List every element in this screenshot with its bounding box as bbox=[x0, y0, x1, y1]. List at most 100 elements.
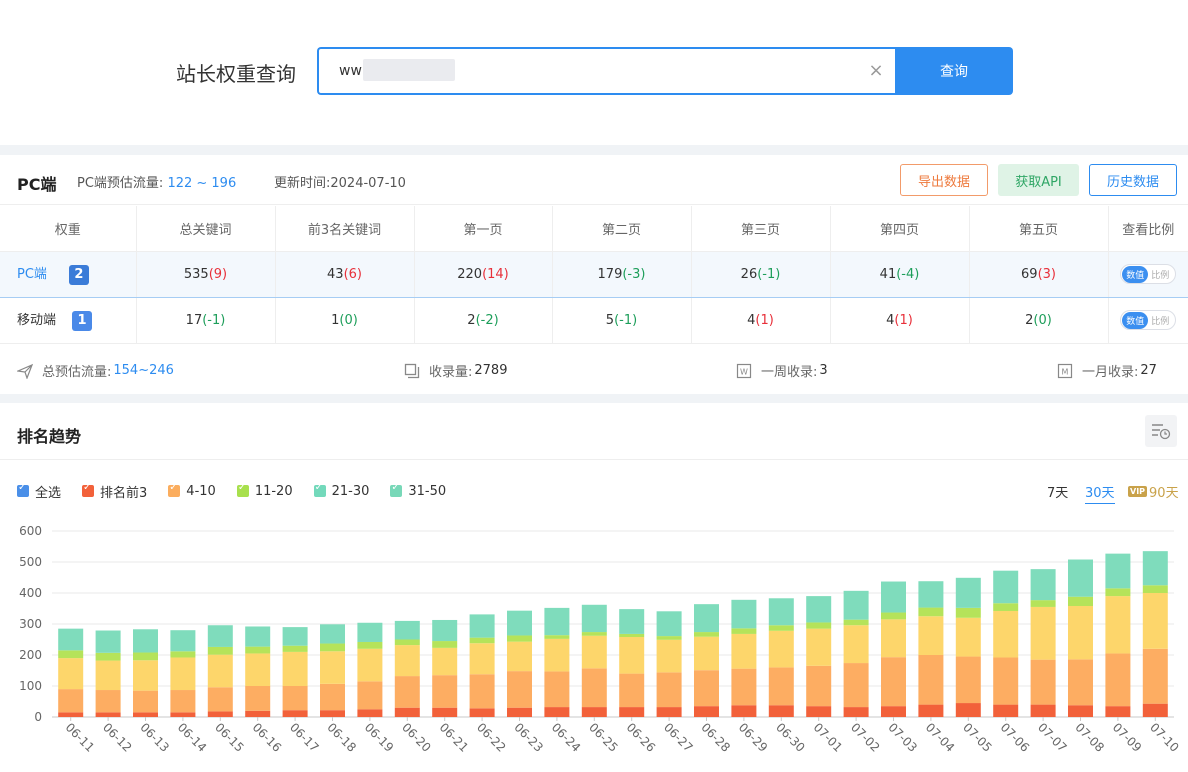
bar-segment[interactable] bbox=[731, 633, 757, 669]
bar-segment[interactable] bbox=[207, 625, 233, 647]
bar-segment[interactable] bbox=[1105, 596, 1131, 654]
clear-icon[interactable]: × bbox=[867, 62, 885, 80]
bar-segment[interactable] bbox=[320, 710, 345, 717]
bar-segment[interactable] bbox=[731, 705, 757, 717]
bar-segment[interactable] bbox=[245, 653, 271, 686]
bar-segment[interactable] bbox=[993, 610, 1019, 658]
bar-segment[interactable] bbox=[619, 673, 645, 708]
bar-segment[interactable] bbox=[95, 712, 121, 717]
keyword-count-cell[interactable]: 5(-1) bbox=[552, 297, 692, 344]
bar-segment[interactable] bbox=[170, 690, 196, 713]
checkbox-icon[interactable] bbox=[390, 482, 403, 497]
domain-search-input[interactable]: ww × bbox=[317, 47, 897, 95]
bar-segment[interactable] bbox=[1068, 559, 1093, 597]
bar-segment[interactable] bbox=[1142, 648, 1168, 704]
bar-segment[interactable] bbox=[282, 651, 308, 686]
bar-segment[interactable] bbox=[843, 663, 869, 708]
bar-segment[interactable] bbox=[469, 637, 495, 644]
checkbox-icon[interactable] bbox=[17, 482, 29, 497]
legend-item[interactable]: 4-10 bbox=[168, 482, 216, 499]
bar-segment[interactable] bbox=[170, 712, 196, 717]
search-button[interactable]: 查询 bbox=[895, 47, 1013, 95]
legend-item[interactable]: 31-50 bbox=[390, 482, 446, 499]
bar-segment[interactable] bbox=[1105, 653, 1131, 707]
bar-segment[interactable] bbox=[58, 658, 84, 690]
range-7-days[interactable]: 7天 bbox=[1047, 482, 1068, 501]
bar-segment[interactable] bbox=[1105, 553, 1131, 589]
bar-segment[interactable] bbox=[881, 657, 906, 707]
bar-segment[interactable] bbox=[432, 647, 458, 676]
bar-segment[interactable] bbox=[469, 643, 495, 675]
bar-segment[interactable] bbox=[731, 668, 757, 706]
bar-segment[interactable] bbox=[245, 626, 271, 647]
bar-segment[interactable] bbox=[95, 660, 121, 691]
bar-segment[interactable] bbox=[768, 667, 794, 706]
get-api-button[interactable]: 获取API bbox=[998, 164, 1079, 196]
keyword-count-cell[interactable]: 4(1) bbox=[830, 297, 970, 344]
keyword-count-cell[interactable]: 43(6) bbox=[275, 250, 415, 298]
bar-segment[interactable] bbox=[1068, 705, 1093, 717]
bar-segment[interactable] bbox=[507, 671, 532, 708]
bar-segment[interactable] bbox=[1142, 593, 1168, 649]
bar-segment[interactable] bbox=[881, 706, 906, 717]
bar-segment[interactable] bbox=[694, 636, 719, 671]
bar-segment[interactable] bbox=[694, 706, 719, 717]
pc-row-link[interactable]: PC端 bbox=[17, 267, 47, 282]
bar-segment[interactable] bbox=[58, 689, 84, 713]
bar-segment[interactable] bbox=[170, 657, 196, 691]
bar-segment[interactable] bbox=[955, 656, 981, 704]
bar-segment[interactable] bbox=[507, 635, 532, 642]
checkbox-icon[interactable] bbox=[168, 482, 181, 497]
bar-segment[interactable] bbox=[357, 681, 383, 710]
bar-segment[interactable] bbox=[806, 596, 832, 623]
keyword-count-cell[interactable]: 17(-1) bbox=[136, 297, 276, 344]
bar-segment[interactable] bbox=[806, 622, 832, 629]
bar-segment[interactable] bbox=[768, 630, 794, 668]
bar-segment[interactable] bbox=[768, 625, 794, 631]
keyword-count-cell[interactable]: 26(-1) bbox=[691, 250, 831, 298]
bar-segment[interactable] bbox=[282, 710, 308, 717]
bar-segment[interactable] bbox=[1105, 706, 1131, 717]
bar-segment[interactable] bbox=[1142, 585, 1168, 593]
bar-segment[interactable] bbox=[1030, 569, 1056, 601]
bar-segment[interactable] bbox=[507, 707, 532, 717]
bar-segment[interactable] bbox=[881, 612, 906, 620]
keyword-count-cell[interactable]: 179(-3) bbox=[552, 250, 692, 298]
bar-segment[interactable] bbox=[656, 672, 682, 708]
bar-segment[interactable] bbox=[282, 627, 308, 646]
bar-segment[interactable] bbox=[581, 632, 607, 636]
checkbox-icon[interactable] bbox=[82, 482, 95, 497]
bar-segment[interactable] bbox=[432, 641, 458, 648]
bar-segment[interactable] bbox=[1105, 588, 1131, 597]
bar-segment[interactable] bbox=[656, 611, 682, 637]
range-90-days[interactable]: VIP 90天 bbox=[1128, 482, 1179, 501]
bar-segment[interactable] bbox=[731, 628, 757, 634]
bar-segment[interactable] bbox=[993, 570, 1019, 604]
bar-segment[interactable] bbox=[581, 635, 607, 669]
bar-segment[interactable] bbox=[320, 624, 345, 644]
bar-segment[interactable] bbox=[133, 690, 158, 713]
bar-segment[interactable] bbox=[1030, 704, 1056, 717]
bar-segment[interactable] bbox=[357, 648, 383, 682]
bar-segment[interactable] bbox=[656, 707, 682, 717]
bar-segment[interactable] bbox=[469, 614, 495, 638]
bar-segment[interactable] bbox=[918, 616, 944, 655]
bar-segment[interactable] bbox=[507, 610, 532, 636]
bar-segment[interactable] bbox=[843, 590, 869, 620]
checkbox-icon[interactable] bbox=[313, 482, 326, 497]
bar-segment[interactable] bbox=[955, 703, 981, 717]
keyword-count-cell[interactable]: 4(1) bbox=[691, 297, 831, 344]
bar-segment[interactable] bbox=[581, 604, 607, 633]
bar-segment[interactable] bbox=[1030, 600, 1056, 607]
bar-segment[interactable] bbox=[544, 707, 570, 717]
bar-segment[interactable] bbox=[207, 646, 233, 655]
bar-segment[interactable] bbox=[432, 619, 458, 642]
range-30-days[interactable]: 30天 bbox=[1085, 482, 1115, 504]
bar-segment[interactable] bbox=[95, 630, 121, 653]
bar-segment[interactable] bbox=[1030, 659, 1056, 705]
bar-segment[interactable] bbox=[955, 617, 981, 657]
bar-segment[interactable] bbox=[394, 639, 420, 646]
bar-segment[interactable] bbox=[843, 619, 869, 626]
bar-segment[interactable] bbox=[207, 687, 233, 712]
keyword-count-cell[interactable]: 535(9) bbox=[136, 250, 276, 298]
